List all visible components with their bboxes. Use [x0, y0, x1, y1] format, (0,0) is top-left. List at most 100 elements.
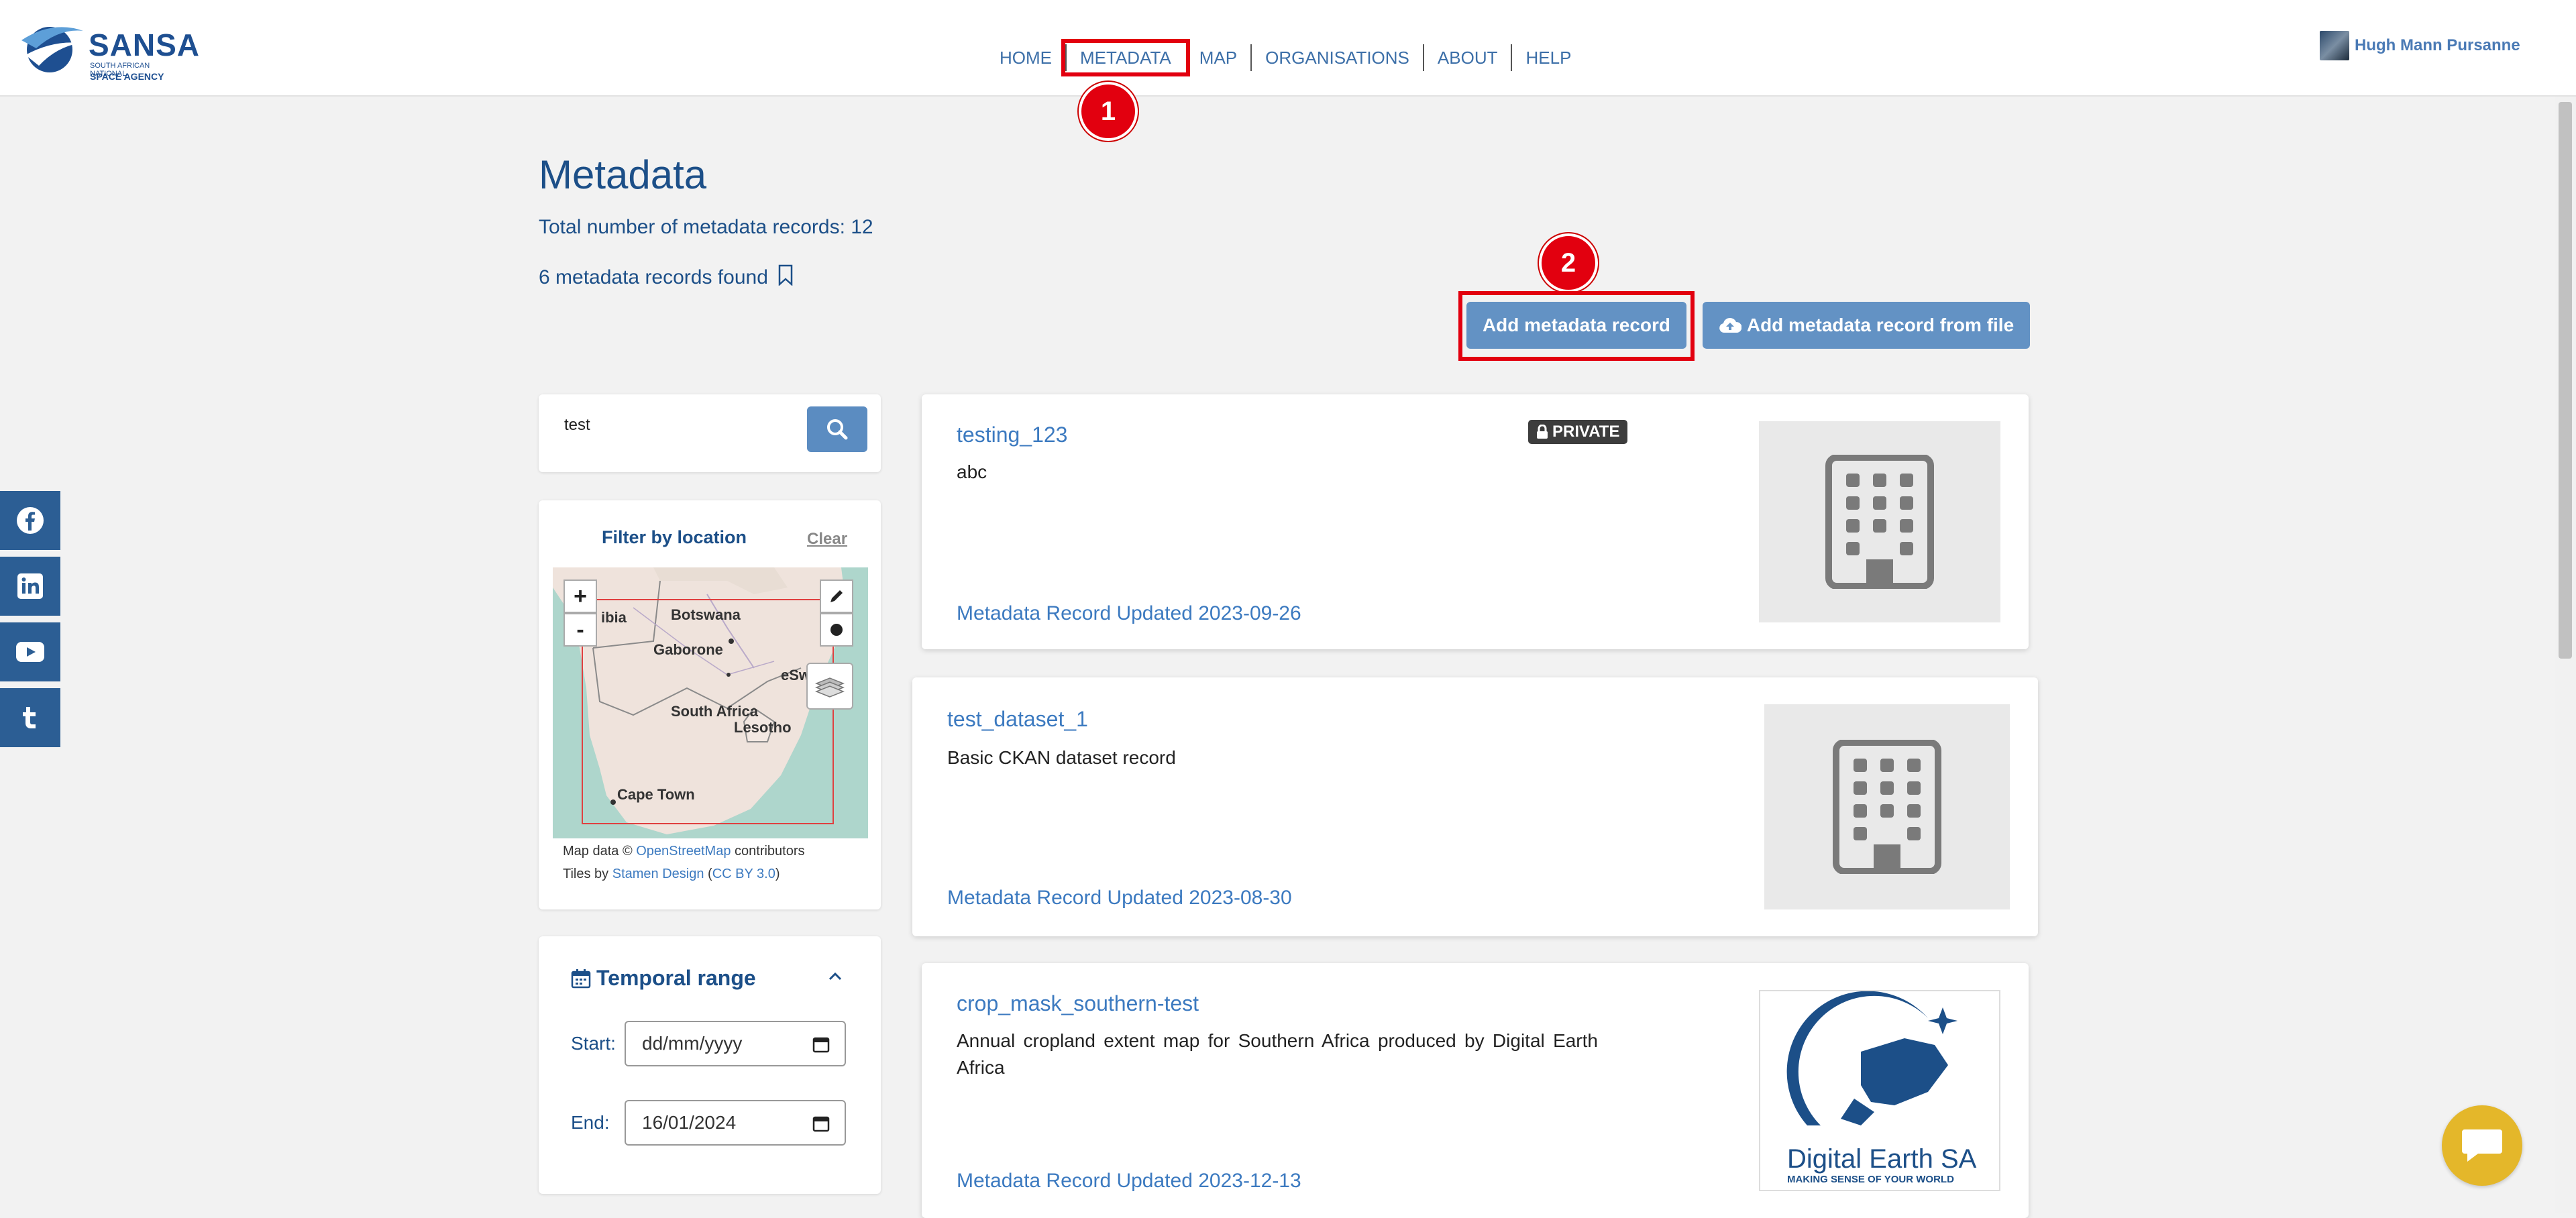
logo-tagline: MAKING SENSE OF YOUR WORLD: [1787, 1174, 1954, 1185]
result-thumbnail[interactable]: [1764, 704, 2010, 909]
map-label-botswana: Botswana: [671, 606, 741, 623]
tumblr-icon: [23, 707, 36, 728]
main-nav: HOME METADATA MAP ORGANISATIONS ABOUT HE…: [986, 39, 1585, 76]
circle-icon: [830, 624, 843, 636]
pencil-icon: [830, 590, 843, 602]
result-updated: Metadata Record Updated 2023-12-13: [957, 1170, 1301, 1192]
location-filter-panel: Filter by location Clear ibia Botswana G…: [539, 500, 881, 909]
temporal-range-title: Temporal range: [596, 966, 756, 990]
openstreetmap-link[interactable]: OpenStreetMap: [636, 844, 731, 859]
temporal-range-header[interactable]: Temporal range: [571, 966, 756, 991]
attribution-suffix: contributors: [735, 844, 805, 859]
filter-clear-link[interactable]: Clear: [807, 530, 847, 549]
private-badge: PRIVATE: [1528, 420, 1628, 444]
building-icon: [1833, 740, 1941, 874]
user-menu[interactable]: Hugh Mann Pursanne: [2320, 31, 2520, 60]
cloud-upload-icon: [1719, 318, 1741, 333]
page-scrollbar[interactable]: [2555, 97, 2576, 1213]
map-label-south-africa: South Africa: [671, 703, 758, 720]
total-records-text: Total number of metadata records: 12: [539, 216, 873, 238]
linkedin-icon: [17, 573, 43, 599]
search-panel: [539, 394, 881, 472]
zoom-out-button[interactable]: -: [564, 613, 597, 647]
date-picker-icon[interactable]: [812, 1036, 830, 1053]
add-record-from-file-label: Add metadata record from file: [1746, 315, 2015, 335]
temporal-range-panel: Temporal range Start: dd/mm/yyyy End: 16…: [539, 936, 881, 1194]
records-found-text: 6 metadata records found: [539, 266, 768, 288]
result-title[interactable]: testing_123: [957, 423, 1067, 447]
records-found: 6 metadata records found: [539, 264, 794, 291]
map-label-gaborone: Gaborone: [653, 641, 723, 658]
add-record-from-file-button[interactable]: Add metadata record from file: [1703, 302, 2030, 349]
building-icon: [1825, 455, 1934, 589]
page-title: Metadata: [539, 152, 707, 197]
logo-subtitle-2: SPACE AGENCY: [90, 71, 164, 82]
draw-point-button[interactable]: [820, 613, 853, 647]
result-updated: Metadata Record Updated 2023-08-30: [947, 887, 1292, 909]
facebook-button[interactable]: [0, 491, 60, 550]
step-badge-1: 1: [1079, 82, 1138, 141]
result-description: Annual cropland extent map for Southern …: [957, 1030, 1598, 1078]
start-date-input[interactable]: dd/mm/yyyy: [625, 1021, 846, 1066]
layers-icon: [814, 677, 845, 698]
nav-organisations[interactable]: ORGANISATIONS: [1252, 44, 1424, 71]
nav-metadata[interactable]: METADATA: [1061, 39, 1190, 76]
result-description: abc: [957, 461, 987, 482]
layers-button[interactable]: [806, 663, 853, 710]
add-metadata-record-button[interactable]: Add metadata record: [1466, 302, 1686, 349]
attribution-prefix: Map data ©: [563, 844, 633, 859]
lock-icon: [1537, 425, 1548, 439]
result-card: crop_mask_southern-test Annual cropland …: [922, 963, 2029, 1218]
result-description: Basic CKAN dataset record: [947, 747, 1176, 768]
logo-wordmark: SANSA: [89, 27, 201, 62]
bookmark-icon[interactable]: [777, 264, 794, 291]
nav-help[interactable]: HELP: [1512, 44, 1585, 71]
search-icon: [827, 419, 848, 440]
nav-map[interactable]: MAP: [1186, 44, 1252, 71]
license-open-paren: (: [708, 867, 712, 881]
digital-earth-globe-icon: [1786, 991, 1957, 1125]
scrollbar-thumb[interactable]: [2559, 102, 2572, 659]
add-metadata-record-label: Add metadata record: [1482, 315, 1671, 335]
draw-polygon-button[interactable]: [820, 579, 853, 613]
end-date-value: 16/01/2024: [642, 1112, 737, 1133]
result-card: testing_123 PRIVATE abc Metadata Record …: [922, 394, 2029, 649]
end-date-input[interactable]: 16/01/2024: [625, 1100, 846, 1146]
result-thumbnail[interactable]: [1759, 421, 2000, 622]
top-header: SANSA SOUTH AFRICAN NATIONAL SPACE AGENC…: [0, 0, 2576, 97]
result-title[interactable]: crop_mask_southern-test: [957, 991, 1199, 1016]
step-badge-2: 2: [1539, 233, 1598, 292]
search-button[interactable]: [807, 406, 867, 452]
youtube-icon: [16, 642, 44, 662]
calendar-icon: [571, 968, 591, 988]
result-updated: Metadata Record Updated 2023-09-26: [957, 602, 1301, 624]
facebook-icon: [17, 507, 44, 534]
map-attribution-1: Map data © OpenStreetMap contributors: [563, 844, 805, 859]
map-label-ibia: ibia: [601, 609, 627, 626]
date-picker-icon[interactable]: [812, 1115, 830, 1132]
location-map[interactable]: ibia Botswana Gaborone eSw South Africa …: [553, 567, 868, 838]
tumblr-button[interactable]: [0, 688, 60, 747]
private-badge-label: PRIVATE: [1552, 423, 1620, 441]
end-date-label: End:: [571, 1112, 610, 1133]
filter-location-title: Filter by location: [602, 527, 747, 547]
search-input[interactable]: [553, 405, 802, 445]
sansa-swoosh-icon: [21, 27, 83, 72]
stamen-design-link[interactable]: Stamen Design: [612, 867, 704, 881]
digital-earth-sa-logo[interactable]: Digital Earth SA MAKING SENSE OF YOUR WO…: [1759, 990, 2000, 1191]
license-close-paren: ): [775, 867, 780, 881]
zoom-in-button[interactable]: +: [564, 579, 597, 613]
linkedin-button[interactable]: [0, 557, 60, 616]
nav-about[interactable]: ABOUT: [1424, 44, 1513, 71]
start-date-value: dd/mm/yyyy: [642, 1033, 743, 1054]
chevron-up-icon[interactable]: [827, 971, 843, 982]
map-label-cape-town: Cape Town: [617, 786, 695, 803]
result-title[interactable]: test_dataset_1: [947, 707, 1088, 732]
cc-by-link[interactable]: CC BY 3.0: [712, 867, 775, 881]
chat-button[interactable]: [2442, 1105, 2522, 1186]
chat-bubble-icon: [2462, 1129, 2502, 1162]
youtube-button[interactable]: [0, 622, 60, 681]
sansa-logo[interactable]: SANSA SOUTH AFRICAN NATIONAL SPACE AGENC…: [19, 13, 199, 82]
nav-home[interactable]: HOME: [986, 44, 1067, 71]
result-card: test_dataset_1 Basic CKAN dataset record…: [912, 677, 2038, 936]
